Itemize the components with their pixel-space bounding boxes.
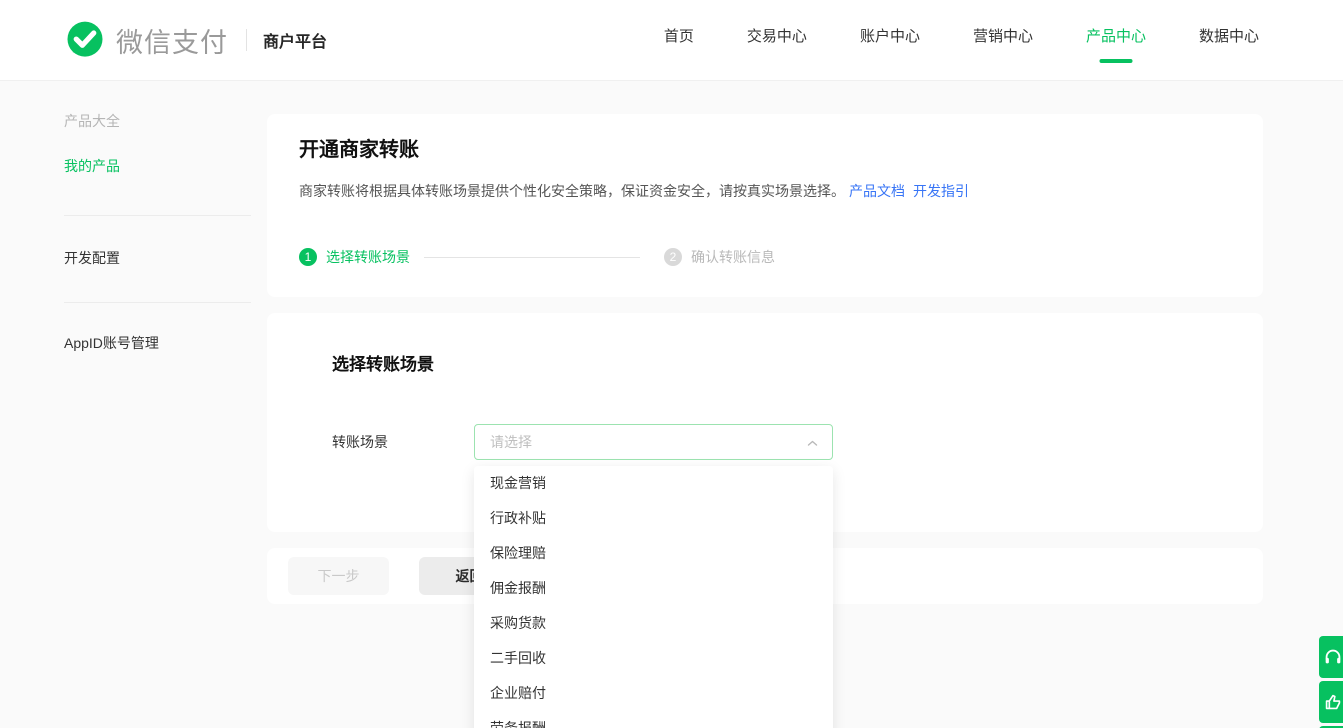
feedback-widget[interactable] bbox=[1319, 681, 1343, 723]
transfer-scene-label: 转账场景 bbox=[332, 432, 474, 452]
sidebar-section-product-catalog[interactable]: 产品大全 bbox=[64, 111, 267, 131]
sidebar-item-appid-management[interactable]: AppID账号管理 bbox=[64, 333, 267, 353]
dropdown-option-admin-subsidy[interactable]: 行政补贴 bbox=[474, 501, 833, 536]
brand: 微信支付 商户平台 bbox=[64, 19, 327, 61]
dropdown-option-insurance-claim[interactable]: 保险理赔 bbox=[474, 536, 833, 571]
portal-title: 商户平台 bbox=[263, 28, 327, 52]
brand-divider bbox=[246, 29, 247, 51]
page-description: 商家转账将根据具体转账场景提供个性化安全策略，保证资金安全，请按真实场景选择。产… bbox=[299, 183, 1231, 199]
intro-card: 开通商家转账 商家转账将根据具体转账场景提供个性化安全策略，保证资金安全，请按真… bbox=[267, 114, 1263, 297]
nav-item-product-center-label: 产品中心 bbox=[1086, 28, 1146, 45]
top-header: 微信支付 商户平台 首页 交易中心 账户中心 营销中心 产品中心 数据中心 bbox=[0, 0, 1343, 81]
nav-item-account-center[interactable]: 账户中心 bbox=[860, 25, 920, 46]
step-2-label: 确认转账信息 bbox=[691, 247, 775, 267]
sidebar-divider bbox=[64, 302, 251, 303]
nav-item-transaction-center[interactable]: 交易中心 bbox=[747, 25, 807, 46]
dropdown-option-cash-marketing[interactable]: 现金营销 bbox=[474, 466, 833, 501]
stepper: 1 选择转账场景 2 确认转账信息 bbox=[299, 247, 1231, 267]
next-step-button[interactable]: 下一步 bbox=[288, 557, 389, 595]
dropdown-option-secondhand[interactable]: 二手回收 bbox=[474, 641, 833, 676]
dropdown-option-commission[interactable]: 佣金报酬 bbox=[474, 571, 833, 606]
transfer-scene-dropdown: 现金营销 行政补贴 保险理赔 佣金报酬 采购货款 二手回收 企业赔付 劳务报酬 bbox=[474, 466, 833, 728]
description-text: 商家转账将根据具体转账场景提供个性化安全策略，保证资金安全，请按真实场景选择。 bbox=[299, 183, 845, 199]
page: 微信支付 商户平台 首页 交易中心 账户中心 营销中心 产品中心 数据中心 产品… bbox=[0, 0, 1343, 728]
product-doc-link[interactable]: 产品文档 bbox=[849, 183, 905, 199]
active-tab-underline bbox=[1099, 59, 1132, 63]
dev-guide-link[interactable]: 开发指引 bbox=[913, 183, 969, 199]
sidebar-item-dev-config[interactable]: 开发配置 bbox=[64, 248, 267, 268]
dropdown-option-enterprise-comp[interactable]: 企业赔付 bbox=[474, 676, 833, 711]
chevron-up-icon bbox=[806, 437, 819, 450]
wechat-pay-logo-icon bbox=[64, 19, 106, 61]
step-1-label: 选择转账场景 bbox=[326, 247, 410, 267]
transfer-scene-select[interactable]: 请选择 bbox=[474, 424, 833, 460]
nav-item-product-center[interactable]: 产品中心 bbox=[1086, 25, 1146, 46]
step-1-circle: 1 bbox=[299, 248, 317, 266]
dropdown-option-labor-pay[interactable]: 劳务报酬 bbox=[474, 711, 833, 728]
nav-item-marketing-center[interactable]: 营销中心 bbox=[973, 25, 1033, 46]
select-placeholder: 请选择 bbox=[490, 432, 532, 452]
dropdown-option-procurement[interactable]: 采购货款 bbox=[474, 606, 833, 641]
sidebar-item-my-products[interactable]: 我的产品 bbox=[64, 156, 267, 176]
nav-item-data-center[interactable]: 数据中心 bbox=[1199, 25, 1259, 46]
sidebar-divider bbox=[64, 215, 251, 216]
stepper-connector bbox=[424, 257, 640, 258]
step-2-circle: 2 bbox=[664, 248, 682, 266]
form-heading: 选择转账场景 bbox=[332, 355, 1263, 375]
page-title: 开通商家转账 bbox=[299, 136, 1231, 164]
thumbs-up-icon bbox=[1322, 691, 1343, 713]
customer-service-widget[interactable] bbox=[1319, 636, 1343, 678]
transfer-scene-row: 转账场景 请选择 bbox=[332, 424, 1263, 460]
sidebar: 产品大全 我的产品 开发配置 AppID账号管理 bbox=[0, 81, 267, 604]
brand-wordmark: 微信支付 bbox=[116, 21, 228, 60]
main-nav: 首页 交易中心 账户中心 营销中心 产品中心 数据中心 bbox=[664, 0, 1259, 46]
nav-item-home[interactable]: 首页 bbox=[664, 25, 694, 46]
headset-icon bbox=[1322, 646, 1343, 668]
